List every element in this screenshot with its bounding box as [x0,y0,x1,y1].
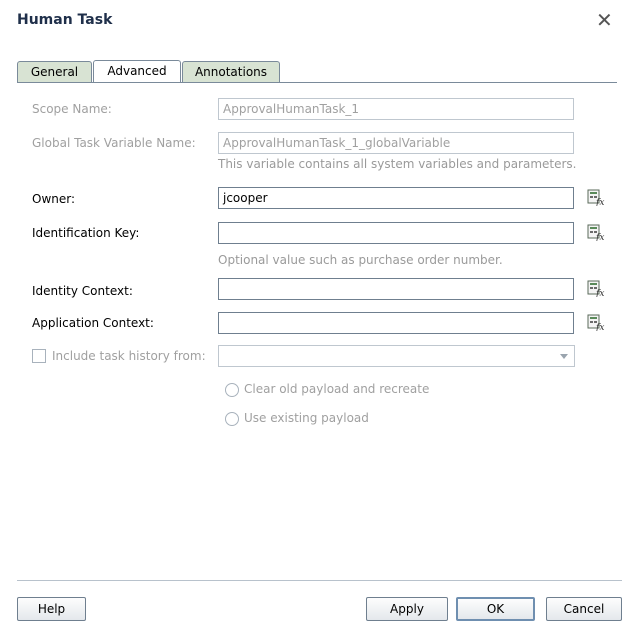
identification-key-hint: Optional value such as purchase order nu… [218,253,503,267]
include-history-select[interactable] [218,345,575,367]
identification-key-field[interactable] [218,222,574,244]
cancel-button[interactable]: Cancel [546,597,622,621]
tab-general[interactable]: General [17,61,92,82]
use-existing-payload-radio[interactable] [225,412,239,426]
identity-context-field[interactable] [218,278,574,300]
svg-text:fx: fx [595,233,604,241]
svg-text:fx: fx [595,289,604,297]
scope-name-label: Scope Name: [32,102,112,116]
application-context-field[interactable] [218,312,574,334]
owner-field[interactable]: jcooper [218,187,574,209]
clear-payload-radio[interactable] [225,383,239,397]
use-existing-payload-label: Use existing payload [244,411,369,425]
scope-name-field: ApprovalHumanTask_1 [218,98,574,120]
global-task-variable-field: ApprovalHumanTask_1_globalVariable [218,132,574,154]
global-task-variable-label: Global Task Variable Name: [32,136,196,150]
expression-builder-icon[interactable]: fx [587,224,605,241]
identification-key-label: Identification Key: [32,226,140,240]
global-task-variable-hint: This variable contains all system variab… [218,157,577,171]
help-button[interactable]: Help [17,597,86,621]
tab-annotations[interactable]: Annotations [182,61,280,82]
dialog-title: Human Task [17,12,113,28]
expression-builder-icon[interactable]: fx [587,314,605,331]
include-history-checkbox[interactable] [32,349,46,363]
close-icon[interactable]: ✕ [596,10,613,30]
tab-advanced[interactable]: Advanced [93,60,181,83]
application-context-label: Application Context: [32,316,154,330]
clear-payload-label: Clear old payload and recreate [244,382,430,396]
ok-button[interactable]: OK [456,597,535,621]
footer-divider [17,580,622,581]
tab-divider [17,82,617,83]
apply-button[interactable]: Apply [366,597,448,621]
svg-text:fx: fx [595,323,604,331]
expression-builder-icon[interactable]: fx [587,280,605,297]
include-history-label: Include task history from: [52,349,206,363]
identity-context-label: Identity Context: [32,284,133,298]
owner-label: Owner: [32,192,76,206]
expression-builder-icon[interactable]: fx [587,189,605,206]
chevron-down-icon [560,354,568,359]
svg-text:fx: fx [595,198,604,206]
